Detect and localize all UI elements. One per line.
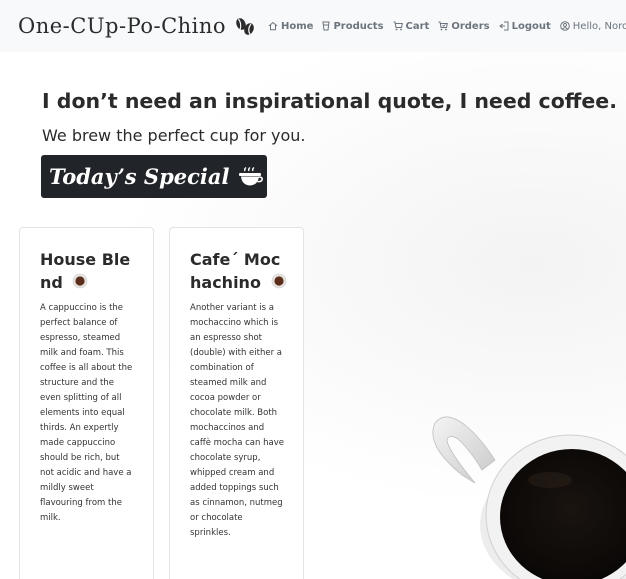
cup-icon xyxy=(322,21,331,31)
nav-links: Home Products Cart Orders Logout Hello, … xyxy=(268,0,626,52)
coffee-cup-icon xyxy=(238,166,264,188)
brand-logo[interactable]: One-CUp-Po-Chino xyxy=(18,14,256,38)
product-title-wrap: Cafe´ Mochachino xyxy=(190,248,290,295)
coffee-mug-image xyxy=(420,405,626,579)
product-title: Cafe´ Mochachino xyxy=(190,250,281,292)
nav-orders-label: Orders xyxy=(451,20,490,32)
logout-icon xyxy=(498,21,509,31)
brand-name: One-CUp-Po-Chino xyxy=(18,14,227,38)
cart-icon xyxy=(393,21,403,31)
nav-products[interactable]: Products xyxy=(322,20,384,32)
cart-check-icon xyxy=(438,21,449,31)
hero-subtitle: We brew the perfect cup for you. xyxy=(42,126,306,145)
navbar: One-CUp-Po-Chino Home Products Cart Orde… xyxy=(0,0,626,52)
nav-cart-label: Cart xyxy=(405,20,430,32)
nav-products-label: Products xyxy=(333,20,384,32)
nav-orders[interactable]: Orders xyxy=(438,20,490,32)
nav-cart[interactable]: Cart xyxy=(393,20,430,32)
nav-user-label: Hello, Noro xyxy=(572,20,626,32)
product-card[interactable]: Cafe´ Mochachino Another variant is a mo… xyxy=(169,227,304,579)
coffee-cup-top-icon xyxy=(271,272,287,295)
product-title-wrap: House Blend xyxy=(40,248,140,295)
nav-user[interactable]: Hello, Noro xyxy=(559,20,626,32)
nav-home-label: Home xyxy=(281,20,314,32)
hero-title: I don’t need an inspirational quote, I n… xyxy=(42,89,617,113)
nav-logout[interactable]: Logout xyxy=(498,20,551,32)
nav-home[interactable]: Home xyxy=(268,21,313,32)
coffee-beans-icon xyxy=(234,15,256,37)
home-icon xyxy=(268,21,278,31)
todays-special-button[interactable]: Today’s Special xyxy=(41,155,267,198)
coffee-cup-top-icon xyxy=(72,272,88,295)
product-description: A cappuccino is the perfect balance of e… xyxy=(40,303,133,523)
product-card[interactable]: House Blend A cappuccino is the perfect … xyxy=(19,227,154,579)
product-description: Another variant is a mochaccino which is… xyxy=(190,303,284,538)
todays-special-label: Today’s Special xyxy=(49,164,230,189)
user-circle-icon xyxy=(559,21,570,31)
nav-logout-label: Logout xyxy=(511,20,551,32)
